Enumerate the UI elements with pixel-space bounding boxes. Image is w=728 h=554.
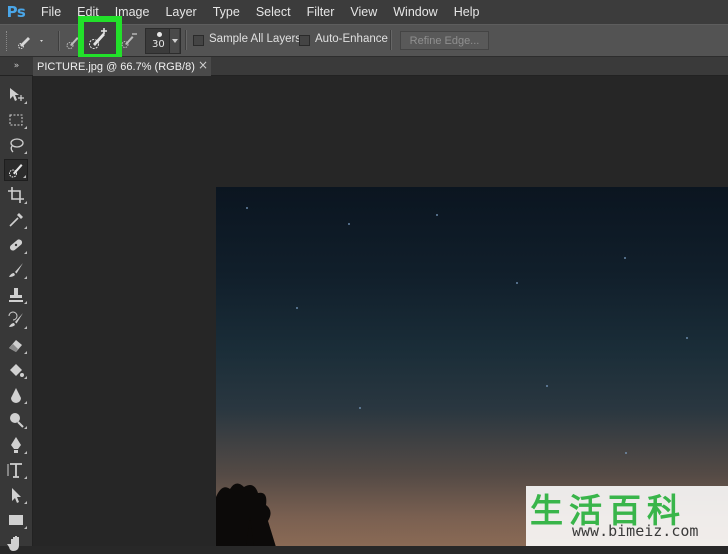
- quick-selection-tool[interactable]: [4, 159, 28, 181]
- subtract-selection-icon: [121, 33, 137, 48]
- menu-filter[interactable]: Filter: [299, 5, 343, 19]
- sample-all-layers-label: Sample All Layers: [209, 33, 302, 45]
- tools-panel: [0, 76, 33, 551]
- menu-file[interactable]: File: [30, 5, 69, 19]
- blur-tool-icon: [11, 388, 21, 403]
- add-to-selection-button[interactable]: [78, 16, 122, 60]
- clone-stamp-tool[interactable]: [4, 284, 28, 306]
- options-separator: [390, 30, 392, 50]
- hand-tool[interactable]: [4, 532, 28, 554]
- pen-tool-icon: [11, 437, 21, 453]
- star: [625, 452, 627, 454]
- spot-healing-tool[interactable]: [4, 234, 28, 256]
- hand-tool-icon: [7, 536, 19, 551]
- star: [516, 282, 518, 284]
- menu-view[interactable]: View: [342, 5, 385, 19]
- marquee-tool-icon: [9, 114, 23, 126]
- path-selection-tool-icon: [12, 488, 21, 503]
- menu-window[interactable]: Window: [385, 5, 445, 19]
- star: [546, 385, 548, 387]
- type-tool[interactable]: [4, 459, 28, 481]
- brush-preview-icon: [157, 32, 162, 37]
- subtract-from-selection-button[interactable]: [117, 28, 141, 52]
- photoshop-logo: Ps: [6, 3, 26, 21]
- brush-size-picker[interactable]: 30: [145, 28, 181, 54]
- move-tool[interactable]: [4, 84, 28, 106]
- menu-help[interactable]: Help: [446, 5, 488, 19]
- options-separator: [58, 31, 60, 51]
- options-separator: [185, 30, 187, 50]
- lasso-tool-icon: [10, 138, 24, 153]
- eyedropper-tool[interactable]: [4, 209, 28, 231]
- eraser-tool-icon: [9, 340, 22, 352]
- document-tab-bar: » PICTURE.jpg @ 66.7% (RGB/8) ×: [0, 57, 728, 76]
- menu-select[interactable]: Select: [248, 5, 299, 19]
- shape-tool[interactable]: [4, 509, 28, 531]
- clone-stamp-tool-icon: [9, 288, 23, 302]
- star: [436, 214, 438, 216]
- marquee-tool[interactable]: [4, 109, 28, 131]
- add-to-selection-icon: [89, 28, 107, 49]
- star: [686, 337, 688, 339]
- quick-selection-preset-icon: [18, 37, 43, 49]
- history-brush-tool[interactable]: [4, 309, 28, 331]
- sample-all-layers-checkbox[interactable]: [193, 35, 204, 46]
- crop-tool[interactable]: [4, 184, 28, 206]
- watermark: 生活百科 www.bimeiz.com: [526, 486, 728, 546]
- brush-tool[interactable]: [4, 259, 28, 281]
- star: [246, 207, 248, 209]
- menu-type[interactable]: Type: [205, 5, 248, 19]
- document-tab[interactable]: PICTURE.jpg @ 66.7% (RGB/8): [33, 57, 211, 76]
- eyedropper-tool-icon: [9, 213, 23, 227]
- menu-layer[interactable]: Layer: [157, 5, 204, 19]
- crop-tool-icon: [8, 187, 24, 203]
- star: [624, 257, 626, 259]
- collapse-panel-button[interactable]: »: [0, 57, 33, 75]
- dodge-tool-icon: [10, 413, 24, 428]
- paint-bucket-tool-icon: [10, 364, 24, 377]
- type-tool-icon: [7, 463, 22, 478]
- pen-tool[interactable]: [4, 434, 28, 456]
- dodge-tool[interactable]: [4, 409, 28, 431]
- history-brush-tool-icon: [8, 311, 23, 327]
- document-tab-title: PICTURE.jpg @ 66.7% (RGB/8): [37, 60, 195, 73]
- star: [359, 407, 361, 409]
- refine-edge-button[interactable]: Refine Edge...: [400, 31, 489, 50]
- lasso-tool[interactable]: [4, 134, 28, 156]
- paint-bucket-tool[interactable]: [4, 359, 28, 381]
- tree-silhouette: [216, 483, 276, 546]
- brush-size-value: 30: [152, 39, 165, 50]
- shape-tool-icon: [9, 515, 23, 525]
- move-tool-icon: [10, 88, 24, 101]
- star: [296, 307, 298, 309]
- eraser-tool[interactable]: [4, 334, 28, 356]
- auto-enhance-label: Auto-Enhance: [315, 33, 388, 45]
- watermark-url: www.bimeiz.com: [572, 522, 699, 540]
- brush-tool-icon: [9, 263, 23, 277]
- star: [348, 223, 350, 225]
- close-tab-icon[interactable]: ×: [198, 58, 208, 72]
- auto-enhance-checkbox[interactable]: [299, 35, 310, 46]
- tool-preset-picker[interactable]: [16, 25, 54, 57]
- blur-tool[interactable]: [4, 384, 28, 406]
- path-selection-tool[interactable]: [4, 484, 28, 506]
- brush-size-dropdown-arrow[interactable]: [169, 29, 179, 53]
- options-bar-grip[interactable]: [6, 31, 9, 51]
- spot-healing-tool-icon: [9, 239, 23, 251]
